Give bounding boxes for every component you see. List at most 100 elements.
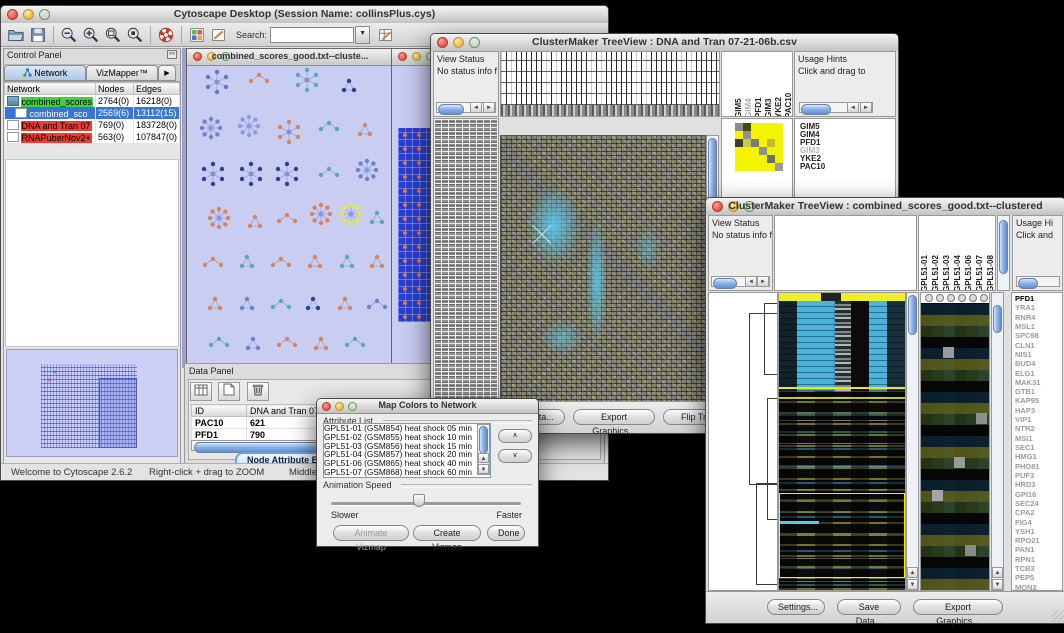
gene-label[interactable]: PAN1 bbox=[1015, 545, 1040, 554]
annotation-icon[interactable] bbox=[209, 25, 229, 45]
column-label[interactable]: GPL51-07 (GSM868) bbox=[975, 216, 986, 291]
scroll-left-button[interactable]: ◄ bbox=[847, 102, 859, 113]
gene-label[interactable]: FIG4 bbox=[1015, 518, 1040, 527]
zoom-heatmap[interactable] bbox=[921, 303, 989, 590]
move-down-button[interactable]: ∨ bbox=[498, 449, 532, 463]
done-button[interactable]: Done bbox=[487, 525, 525, 541]
column-label[interactable]: GPL51-08 (GSM872) bbox=[986, 216, 996, 291]
float-panel-icon[interactable] bbox=[167, 50, 177, 59]
gene-label[interactable]: PFD1 bbox=[1015, 294, 1040, 303]
dialog-titlebar[interactable]: Map Colors to Network bbox=[317, 399, 538, 414]
network-row-selected[interactable]: combined_sco 2569(6) 13112(15) bbox=[5, 107, 180, 119]
search-dropdown-button[interactable]: ▼ bbox=[355, 26, 370, 44]
scroll-up-button[interactable]: ▲ bbox=[992, 567, 1003, 578]
gene-label[interactable]: HAP3 bbox=[1015, 406, 1040, 415]
create-vizmap-button[interactable]: Create Vizmap bbox=[413, 525, 481, 541]
network-canvas[interactable] bbox=[189, 66, 391, 367]
trash-icon[interactable] bbox=[247, 382, 269, 401]
gene-label[interactable]: PHO81 bbox=[1015, 462, 1040, 471]
column-label[interactable]: GIM5 bbox=[734, 52, 744, 117]
network-view-titlebar[interactable]: combined_scores_good.txt--cluste... bbox=[187, 49, 393, 66]
column-label[interactable]: YKE2 bbox=[774, 52, 784, 117]
col-header-edges[interactable]: Edges bbox=[133, 83, 179, 95]
attribute-table-icon[interactable] bbox=[376, 25, 396, 45]
gene-label[interactable]: YRA1 bbox=[1015, 303, 1040, 312]
column-label[interactable]: GIM4 bbox=[744, 52, 754, 117]
gene-label[interactable]: GTB1 bbox=[1015, 387, 1040, 396]
network-row[interactable]: DNA and Tran 07 769(0) 183728(0) bbox=[5, 119, 180, 131]
export-graphics-button[interactable]: Export Graphics... bbox=[573, 409, 655, 425]
scrollbar-thumb[interactable] bbox=[908, 295, 917, 335]
column-label[interactable]: GPL51-04 (GSM857) bbox=[953, 216, 964, 291]
col-header-nodes[interactable]: Nodes bbox=[96, 83, 134, 95]
scroll-left-button[interactable]: ◄ bbox=[470, 102, 482, 113]
network-list-table[interactable]: Network Nodes Edges combined_scores 2764… bbox=[4, 82, 180, 143]
tv2-column-dendrogram[interactable] bbox=[774, 215, 917, 291]
scroll-down-button[interactable]: ▼ bbox=[907, 579, 918, 590]
scrollbar-thumb[interactable] bbox=[713, 278, 737, 289]
animate-vizmap-button[interactable]: Animate Vizmap bbox=[333, 525, 409, 541]
zoom-fit-icon[interactable] bbox=[103, 25, 123, 45]
attribute-item[interactable]: GPL51-07 (GSM868) heat shock 60 min bbox=[324, 468, 490, 477]
gene-label[interactable]: MON2 bbox=[1015, 583, 1040, 591]
gene-label[interactable]: RPO21 bbox=[1015, 536, 1040, 545]
gene-label[interactable]: MSL1 bbox=[1015, 322, 1040, 331]
gene-label[interactable]: NTR2 bbox=[1015, 424, 1040, 433]
scrollbar-thumb[interactable] bbox=[999, 220, 1008, 274]
scroll-up-button[interactable]: ▲ bbox=[478, 453, 489, 463]
gene-label[interactable]: MAK31 bbox=[1015, 378, 1040, 387]
minimize-button[interactable] bbox=[412, 52, 421, 61]
zoom-selected-icon[interactable] bbox=[125, 25, 145, 45]
column-label[interactable]: GPL51-01 (GSM854) bbox=[920, 216, 931, 291]
zoom-in-icon[interactable] bbox=[81, 25, 101, 45]
gene-label[interactable]: HMG1 bbox=[1015, 452, 1040, 461]
gene-label[interactable]: SEC1 bbox=[1015, 443, 1040, 452]
scroll-right-button[interactable]: ► bbox=[483, 102, 495, 113]
gene-label[interactable]: HRD3 bbox=[1015, 480, 1040, 489]
gene-label[interactable]: ELG1 bbox=[1015, 369, 1040, 378]
column-label[interactable]: GIM3 bbox=[764, 52, 774, 117]
tab-vizmapper[interactable]: VizMapper™ bbox=[86, 65, 158, 81]
tv2-status-hscrollbar[interactable]: ◄ ► bbox=[711, 276, 770, 287]
tv2-column-labels-panel[interactable]: GPL51-01 (GSM854)GPL51-02 (GSM855)GPL51-… bbox=[918, 215, 996, 291]
col-header-network[interactable]: Network bbox=[5, 83, 96, 95]
tv1-column-dendrogram[interactable] bbox=[500, 51, 720, 117]
tv2-heatmap-canvas[interactable] bbox=[778, 292, 906, 591]
search-input[interactable] bbox=[270, 27, 354, 43]
scrollbar-thumb[interactable] bbox=[438, 104, 464, 115]
vizmapper-grid-icon[interactable] bbox=[187, 25, 207, 45]
column-label[interactable]: PFD1 bbox=[754, 52, 764, 117]
move-up-button[interactable]: ∧ bbox=[498, 429, 532, 443]
tv2-heatmap-vscrollbar[interactable]: ▲ ▼ bbox=[906, 292, 919, 591]
save-data-button[interactable]: Save Data... bbox=[837, 599, 901, 615]
gene-label[interactable]: MSI1 bbox=[1015, 434, 1040, 443]
tv1-column-labels-panel[interactable]: GIM5GIM4PFD1GIM3YKE2PAC10 bbox=[721, 51, 793, 117]
close-button[interactable] bbox=[398, 52, 407, 61]
save-icon[interactable] bbox=[28, 25, 48, 45]
scroll-right-button[interactable]: ► bbox=[860, 102, 872, 113]
column-label[interactable]: PAC10 bbox=[784, 52, 793, 117]
help-lifesaver-icon[interactable] bbox=[156, 25, 176, 45]
overview-viewport-rect[interactable] bbox=[99, 378, 137, 448]
network-row[interactable]: RNAPuberNov2+ 563(0) 107847(0) bbox=[5, 131, 180, 143]
tv2-zoom-panel[interactable] bbox=[920, 292, 990, 591]
tv2-gene-labels-panel[interactable]: PFD1YRA1RNR4MSL1SPC98CLN1NIS1BUD4ELG1MAK… bbox=[1011, 292, 1063, 591]
animation-speed-slider[interactable] bbox=[331, 502, 521, 506]
scroll-down-button[interactable]: ▼ bbox=[478, 464, 489, 474]
tv2-row-dendrogram[interactable] bbox=[708, 292, 778, 591]
gene-label[interactable]: GPI16 bbox=[1015, 490, 1040, 499]
column-label[interactable]: GPL51-03 (GSM856) bbox=[942, 216, 953, 291]
scrollbar-thumb[interactable] bbox=[801, 104, 831, 115]
scroll-up-button[interactable]: ▲ bbox=[907, 567, 918, 578]
gene-label[interactable]: VIP1 bbox=[1015, 415, 1040, 424]
gene-label[interactable]: YSH1 bbox=[1015, 527, 1040, 536]
attribute-list-vscrollbar[interactable]: ▲ ▼ bbox=[477, 424, 490, 475]
zoom-out-icon[interactable] bbox=[59, 25, 79, 45]
tv2-hints-hscrollbar[interactable] bbox=[1016, 276, 1060, 287]
treeview1-titlebar[interactable]: ClusterMaker TreeView : DNA and Tran 07-… bbox=[431, 34, 898, 52]
tv1-heatmap-canvas[interactable] bbox=[500, 135, 706, 417]
treeview2-titlebar[interactable]: ClusterMaker TreeView : combined_scores_… bbox=[706, 198, 1064, 216]
slider-thumb[interactable] bbox=[413, 494, 425, 507]
tab-network[interactable]: Network bbox=[4, 65, 86, 81]
scroll-right-button[interactable]: ► bbox=[757, 276, 769, 287]
